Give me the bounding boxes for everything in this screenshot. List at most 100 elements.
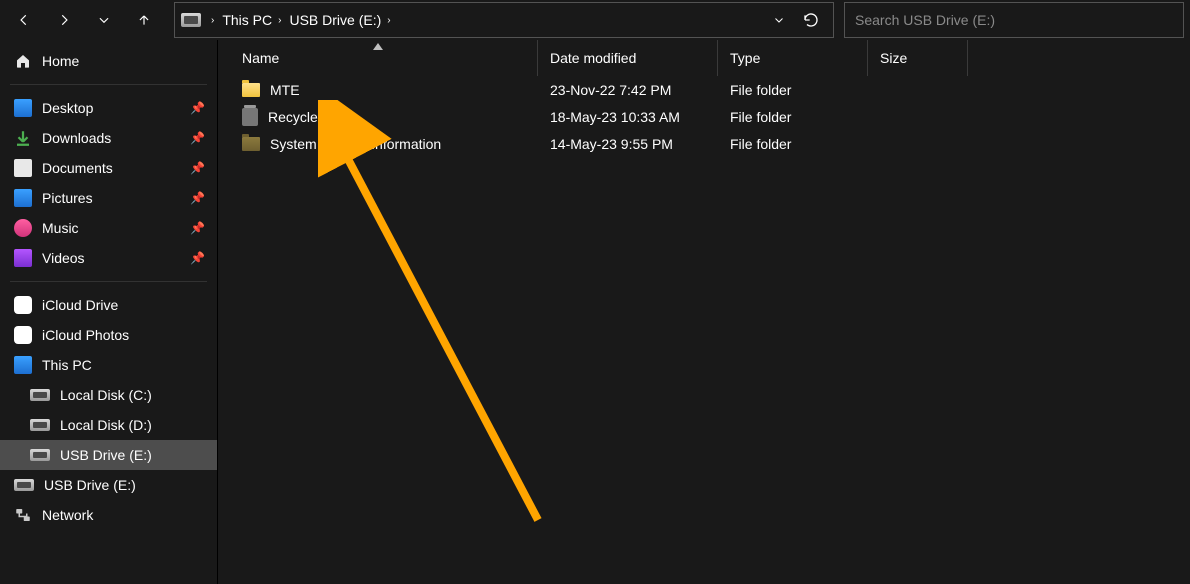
videos-icon xyxy=(14,249,32,267)
column-headers: Name Date modified Type Size xyxy=(218,40,1190,76)
sidebar: Home Desktop 📌 Downloads 📌 Documents 📌 P… xyxy=(0,40,218,584)
address-bar[interactable]: › This PC › USB Drive (E:) › xyxy=(174,2,834,38)
search-input[interactable]: Search USB Drive (E:) xyxy=(844,2,1184,38)
chevron-right-icon: › xyxy=(278,15,281,26)
recycle-bin-icon xyxy=(242,108,258,126)
sidebar-item-this-pc[interactable]: This PC xyxy=(0,350,217,380)
sidebar-item-local-disk-d[interactable]: Local Disk (D:) xyxy=(0,410,217,440)
arrow-right-icon xyxy=(57,13,71,27)
sidebar-item-label: This PC xyxy=(42,357,92,373)
sidebar-item-label: Documents xyxy=(42,160,113,176)
pin-icon: 📌 xyxy=(190,221,205,235)
sidebar-item-label: Desktop xyxy=(42,100,93,116)
folder-icon xyxy=(242,137,260,151)
download-icon xyxy=(14,129,32,147)
sidebar-item-home[interactable]: Home xyxy=(0,46,217,76)
chevron-down-icon xyxy=(773,14,785,26)
column-label: Size xyxy=(880,50,907,66)
file-row[interactable]: Recycle Bin 18-May-23 10:33 AM File fold… xyxy=(218,103,1190,130)
file-date: 23-Nov-22 7:42 PM xyxy=(538,82,718,98)
breadcrumb-sep[interactable]: › xyxy=(207,15,218,26)
arrow-up-icon xyxy=(137,13,151,27)
breadcrumb-label: USB Drive (E:) xyxy=(289,12,381,28)
sidebar-item-music[interactable]: Music 📌 xyxy=(0,213,217,243)
column-label: Type xyxy=(730,50,760,66)
annotation-arrow xyxy=(318,100,568,540)
pictures-icon xyxy=(14,189,32,207)
sidebar-item-desktop[interactable]: Desktop 📌 xyxy=(0,93,217,123)
sidebar-item-label: iCloud Photos xyxy=(42,327,129,343)
sidebar-item-videos[interactable]: Videos 📌 xyxy=(0,243,217,273)
folder-icon xyxy=(242,83,260,97)
sidebar-item-icloud-photos[interactable]: iCloud Photos xyxy=(0,320,217,350)
sidebar-item-label: Videos xyxy=(42,250,85,266)
sidebar-item-pictures[interactable]: Pictures 📌 xyxy=(0,183,217,213)
column-header-date[interactable]: Date modified xyxy=(538,40,718,76)
sidebar-item-usb-drive-nested[interactable]: USB Drive (E:) xyxy=(0,440,217,470)
refresh-button[interactable] xyxy=(795,4,827,36)
sidebar-item-label: USB Drive (E:) xyxy=(60,447,152,463)
file-row[interactable]: System Volume Information 14-May-23 9:55… xyxy=(218,130,1190,157)
refresh-icon xyxy=(803,12,819,28)
music-icon xyxy=(14,219,32,237)
breadcrumb-this-pc[interactable]: This PC › xyxy=(218,12,285,28)
address-dropdown-button[interactable] xyxy=(763,4,795,36)
breadcrumb-usb-drive[interactable]: USB Drive (E:) › xyxy=(285,12,394,28)
nav-recent-button[interactable] xyxy=(86,2,122,38)
pin-icon: 📌 xyxy=(190,101,205,115)
file-name: Recycle Bin xyxy=(268,109,342,125)
file-name: MTE xyxy=(270,82,300,98)
sort-ascending-icon xyxy=(373,38,383,54)
sidebar-item-usb-drive[interactable]: USB Drive (E:) xyxy=(0,470,217,500)
sidebar-item-label: Downloads xyxy=(42,130,111,146)
pin-icon: 📌 xyxy=(190,161,205,175)
drive-icon xyxy=(30,419,50,431)
column-header-name[interactable]: Name xyxy=(218,40,538,76)
sidebar-item-label: Music xyxy=(42,220,79,236)
sidebar-item-label: Network xyxy=(42,507,93,523)
chevron-right-icon: › xyxy=(387,15,390,26)
sidebar-item-label: Home xyxy=(42,53,79,69)
file-date: 14-May-23 9:55 PM xyxy=(538,136,718,152)
sidebar-item-label: Pictures xyxy=(42,190,93,206)
sidebar-item-label: Local Disk (C:) xyxy=(60,387,152,403)
search-placeholder: Search USB Drive (E:) xyxy=(855,12,995,28)
sidebar-item-local-disk-c[interactable]: Local Disk (C:) xyxy=(0,380,217,410)
sidebar-item-icloud-drive[interactable]: iCloud Drive xyxy=(0,290,217,320)
toolbar: › This PC › USB Drive (E:) › Search USB … xyxy=(0,0,1190,40)
sidebar-item-documents[interactable]: Documents 📌 xyxy=(0,153,217,183)
sidebar-item-label: Local Disk (D:) xyxy=(60,417,152,433)
file-name: System Volume Information xyxy=(270,136,441,152)
nav-back-button[interactable] xyxy=(6,2,42,38)
column-label: Name xyxy=(242,50,279,66)
drive-icon xyxy=(14,479,34,491)
arrow-left-icon xyxy=(17,13,31,27)
pin-icon: 📌 xyxy=(190,131,205,145)
column-header-size[interactable]: Size xyxy=(868,40,968,76)
file-list: Name Date modified Type Size MTE 23-Nov-… xyxy=(218,40,1190,584)
document-icon xyxy=(14,159,32,177)
nav-forward-button[interactable] xyxy=(46,2,82,38)
home-icon xyxy=(14,52,32,70)
pin-icon: 📌 xyxy=(190,251,205,265)
chevron-down-icon xyxy=(97,13,111,27)
nav-up-button[interactable] xyxy=(126,2,162,38)
file-row[interactable]: MTE 23-Nov-22 7:42 PM File folder xyxy=(218,76,1190,103)
file-date: 18-May-23 10:33 AM xyxy=(538,109,718,125)
column-header-type[interactable]: Type xyxy=(718,40,868,76)
drive-icon xyxy=(30,389,50,401)
this-pc-icon xyxy=(14,356,32,374)
file-type: File folder xyxy=(718,82,868,98)
sidebar-item-label: USB Drive (E:) xyxy=(44,477,136,493)
sidebar-item-downloads[interactable]: Downloads 📌 xyxy=(0,123,217,153)
icloud-photos-icon xyxy=(14,326,32,344)
file-type: File folder xyxy=(718,109,868,125)
drive-icon xyxy=(30,449,50,461)
drive-icon xyxy=(181,13,201,27)
sidebar-item-network[interactable]: Network xyxy=(0,500,217,530)
icloud-drive-icon xyxy=(14,296,32,314)
column-label: Date modified xyxy=(550,50,636,66)
pin-icon: 📌 xyxy=(190,191,205,205)
breadcrumb-label: This PC xyxy=(222,12,272,28)
network-icon xyxy=(14,506,32,524)
